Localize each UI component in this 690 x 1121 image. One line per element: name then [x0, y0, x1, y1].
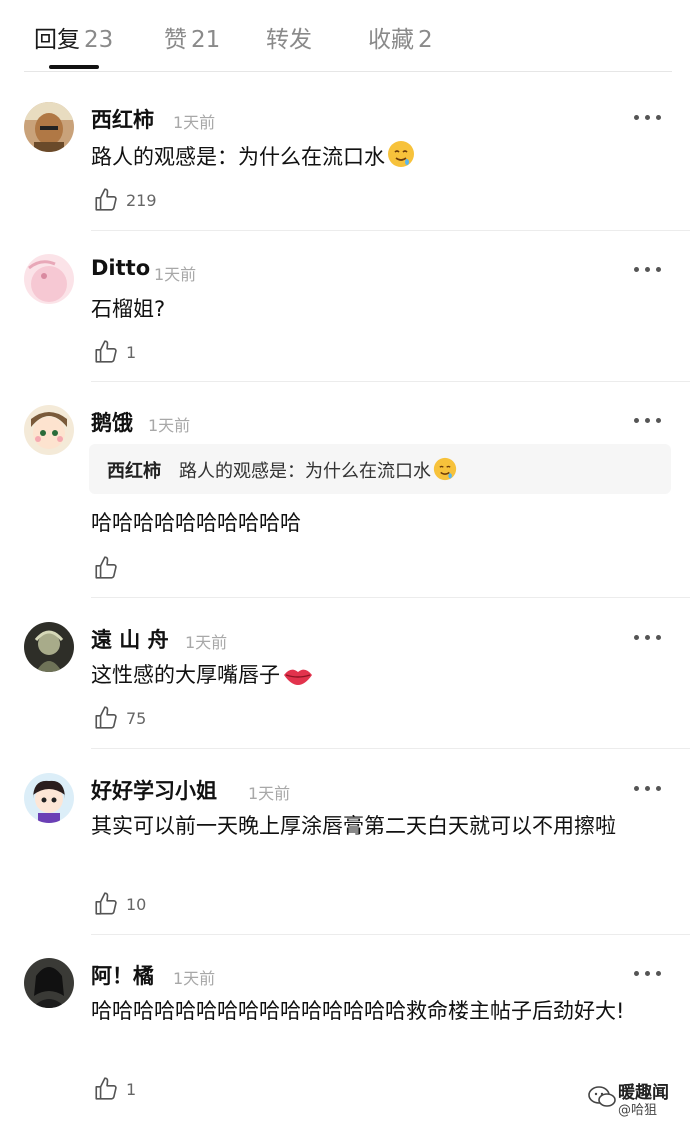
tab-likes[interactable]: 赞 21: [164, 20, 220, 54]
comment-text: 石榴姐?: [91, 297, 166, 321]
tab-reposts-label: 转发: [266, 27, 312, 53]
timestamp: 1天前: [173, 113, 216, 132]
tab-likes-count: 21: [191, 27, 221, 53]
thumbs-up-icon: [95, 706, 117, 729]
drooling-face-emoji: [433, 457, 457, 486]
tab-replies[interactable]: 回复 23: [34, 20, 113, 54]
timestamp: 1天前: [154, 265, 197, 284]
comment-text: 这性感的大厚嘴唇子: [91, 657, 666, 697]
comment-text: 哈哈哈哈哈哈哈哈哈哈哈哈哈哈哈救命楼主帖子后劲好大!: [91, 999, 625, 1023]
avatar[interactable]: [24, 958, 74, 1008]
comment-text: 路人的观感是：为什么在流口水: [91, 139, 666, 179]
more-options-icon[interactable]: [634, 786, 662, 792]
quoted-reply[interactable]: 西红柿 路人的观感是：为什么在流口水: [89, 444, 671, 494]
tab-bar: 回复 23 赞 21 转发 收藏 2: [0, 0, 690, 72]
avatar[interactable]: [24, 254, 74, 304]
watermark-handle: @哈狙: [618, 1103, 658, 1118]
more-options-icon[interactable]: [634, 971, 662, 977]
comment-divider: [91, 381, 690, 382]
tab-favorites-label: 收藏: [368, 27, 414, 53]
drooling-face-emoji: [387, 140, 415, 179]
quoted-text: 路人的观感是：为什么在流口水: [179, 457, 457, 486]
timestamp: 1天前: [148, 416, 191, 435]
like-count: 219: [126, 191, 157, 210]
more-options-icon[interactable]: [634, 267, 662, 273]
user-name[interactable]: 阿！橘: [91, 960, 154, 990]
tab-favorites-count: 2: [418, 27, 433, 53]
comment-text-body: 这性感的大厚嘴唇子: [91, 663, 280, 687]
user-name[interactable]: 好好学习小姐: [91, 775, 217, 805]
like-count: 1: [126, 1080, 137, 1099]
thumbs-up-icon: [95, 1077, 117, 1100]
user-name[interactable]: 遠 山 舟: [91, 624, 169, 654]
thumbs-up-icon: [95, 188, 117, 211]
like-count: 75: [126, 709, 147, 728]
thumbs-up-icon: [95, 892, 117, 915]
watermark: 暖趣闻 @哈狙: [588, 1078, 688, 1118]
tab-replies-label: 回复: [34, 27, 80, 53]
lips-emoji: [282, 661, 314, 697]
comment-divider: [91, 230, 690, 231]
quoted-text-body: 路人的观感是：为什么在流口水: [179, 461, 431, 482]
more-options-icon[interactable]: [634, 635, 662, 641]
timestamp: 1天前: [185, 633, 228, 652]
user-name[interactable]: 西红柿: [91, 104, 154, 134]
wechat-icon: [588, 1086, 616, 1107]
comment-text-body: 路人的观感是：为什么在流口水: [91, 145, 385, 169]
comment-divider: [91, 748, 690, 749]
tab-reposts[interactable]: 转发: [266, 20, 312, 54]
more-options-icon[interactable]: [634, 115, 662, 121]
avatar[interactable]: [24, 405, 74, 455]
avatar[interactable]: [24, 622, 74, 672]
comment-text: 哈哈哈哈哈哈哈哈哈哈: [91, 511, 301, 535]
avatar[interactable]: [24, 102, 74, 152]
avatar[interactable]: [24, 773, 74, 823]
user-name[interactable]: 鹅饿: [91, 407, 133, 437]
thumbs-up-icon: [95, 340, 117, 363]
comment-divider: [91, 934, 690, 935]
like-count: 10: [126, 895, 147, 914]
quoted-user-name[interactable]: 西红柿: [107, 457, 161, 483]
user-name[interactable]: Ditto: [91, 256, 150, 280]
active-tab-indicator: [49, 65, 99, 69]
tab-replies-count: 23: [84, 27, 114, 53]
tab-favorites[interactable]: 收藏 2: [368, 20, 433, 54]
tab-likes-label: 赞: [164, 27, 187, 53]
comment-text: 其实可以前一天晚上厚涂唇膏第二天白天就可以不用擦啦: [91, 814, 616, 838]
timestamp: 1天前: [173, 969, 216, 988]
timestamp: 1天前: [248, 784, 291, 803]
tabs-divider: [24, 71, 672, 72]
thumbs-up-icon: [95, 556, 117, 579]
like-count: 1: [126, 343, 137, 362]
more-options-icon[interactable]: [634, 418, 662, 424]
comment-divider: [91, 597, 690, 598]
